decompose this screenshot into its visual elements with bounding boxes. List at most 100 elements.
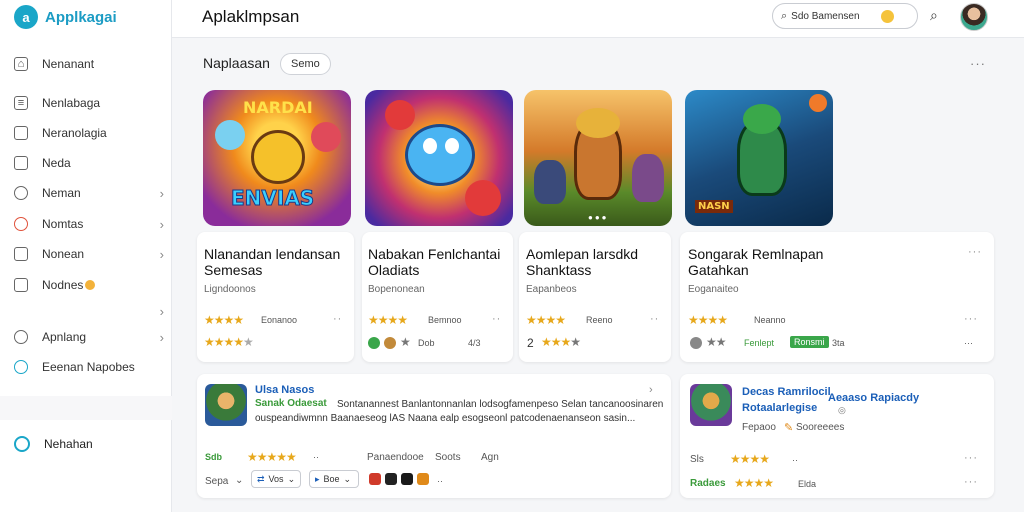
rating-stars: ★★★★ bbox=[730, 452, 770, 466]
star-icon: ★ bbox=[400, 335, 411, 349]
rating-label: Sdb bbox=[205, 452, 222, 462]
game-extra: 4/3 bbox=[468, 338, 481, 348]
sidebar-item-label: Nenlabaga bbox=[42, 96, 101, 110]
rating-stars: ★★★★ bbox=[204, 313, 244, 327]
more-icon[interactable]: ··· bbox=[964, 313, 978, 325]
more-icon[interactable]: ··· bbox=[964, 338, 973, 348]
more-icon[interactable]: ·· bbox=[650, 313, 659, 325]
sidebar-item-6[interactable]: Nomtas › bbox=[14, 213, 164, 235]
sidebar-item-5[interactable]: Neman › bbox=[14, 182, 164, 204]
filter-select[interactable]: ▸ Boe ⌄ bbox=[309, 470, 359, 488]
sidebar-item-3[interactable]: Neranolagia bbox=[14, 122, 164, 144]
rating-label: Sls bbox=[690, 454, 704, 465]
carousel-dots: ●●● bbox=[588, 213, 609, 222]
game-title: Nabakan Fenlchantai Oladiats bbox=[368, 246, 501, 278]
more-icon[interactable]: ·· bbox=[437, 476, 443, 486]
search-box[interactable]: ⌕ bbox=[772, 3, 918, 29]
app-icon[interactable] bbox=[385, 473, 397, 485]
game-title: Nlanandan lendansan Semesas bbox=[204, 246, 341, 278]
sidebar-item-label: Eeenan Napobes bbox=[42, 360, 135, 374]
sidebar-bottom-item[interactable]: Nehahan bbox=[14, 436, 93, 452]
sidebar: a Applkagai ⌂ Nenanant ≡ Nenlabaga Neran… bbox=[0, 0, 172, 512]
avatar[interactable] bbox=[960, 3, 988, 31]
sidebar-item-2[interactable]: ≡ Nenlabaga bbox=[14, 92, 164, 114]
circle-icon bbox=[14, 186, 28, 200]
footer-label: Radaes bbox=[690, 478, 726, 489]
feature-card-right[interactable]: Decas Ramrilocil Aeaaso Rapiacdy Rotaala… bbox=[680, 374, 994, 498]
filter-select[interactable]: ⇄ Vos ⌄ bbox=[251, 470, 301, 488]
game-card-4[interactable]: Songarak Remlnapan Gatahkan ··· Eoganait… bbox=[680, 232, 994, 362]
app-icon[interactable] bbox=[417, 473, 429, 485]
feature-meta: Fepaoo bbox=[742, 422, 776, 433]
settings-icon bbox=[690, 337, 702, 349]
more-icon[interactable]: ··· bbox=[970, 56, 986, 71]
sidebar-item-label: Nenanant bbox=[42, 57, 95, 71]
feature-meta: Agn bbox=[481, 452, 499, 463]
app-icon[interactable] bbox=[401, 473, 413, 485]
app-icon[interactable] bbox=[369, 473, 381, 485]
sidebar-bottom-label: Nehahan bbox=[44, 437, 93, 451]
chevron-right-icon[interactable]: › bbox=[649, 384, 654, 396]
feature-description: Sontanannest Banlantonnanlan lodsogfamen… bbox=[255, 399, 664, 424]
app-logo[interactable]: a Applkagai bbox=[14, 5, 117, 29]
sidebar-expander[interactable]: › bbox=[14, 300, 164, 322]
feature-title-secondary: Aeaaso Rapiacdy bbox=[828, 392, 920, 404]
game-subtitle: Ligndoonos bbox=[204, 284, 256, 295]
search-icon: ⌕ bbox=[781, 9, 788, 22]
game-subtitle: Eapanbeos bbox=[526, 284, 577, 295]
game-thumbnail bbox=[205, 384, 247, 426]
rating-label: Bemnoo bbox=[428, 315, 462, 325]
more-icon[interactable]: ·· bbox=[492, 313, 501, 325]
sidebar-item-label: Nomtas bbox=[42, 217, 84, 231]
sidebar-item-8[interactable]: Nodnes bbox=[14, 274, 164, 296]
chevron-down-icon[interactable]: ⌄ bbox=[235, 475, 243, 486]
game-tile-4[interactable]: NASN bbox=[685, 90, 833, 226]
chevron-right-icon: › bbox=[159, 303, 164, 319]
sidebar-item-1[interactable]: ⌂ Nenanant bbox=[14, 53, 164, 75]
more-icon[interactable]: ··· bbox=[964, 452, 978, 464]
rating-stars: ★★★★ bbox=[526, 313, 566, 327]
feature-title: Ulsa Nasos bbox=[255, 384, 315, 396]
game-subtitle: Bopenonean bbox=[368, 284, 425, 295]
sidebar-item-label: Neranolagia bbox=[42, 126, 107, 140]
more-icon[interactable]: ·· bbox=[333, 313, 342, 325]
sidebar-item-10[interactable]: Eeenan Napobes bbox=[14, 356, 164, 378]
game-tile-2[interactable] bbox=[365, 90, 513, 226]
sidebar-item-7[interactable]: Nonean › bbox=[14, 243, 164, 265]
rating-label: Eonanoo bbox=[261, 315, 298, 325]
game-tile-3[interactable]: ●●● bbox=[524, 90, 672, 226]
game-tile-1[interactable]: NARDAI ENVIAS bbox=[203, 90, 351, 226]
header: Aplaklmpsan ⌕ ⌕ bbox=[172, 0, 1024, 38]
search-icon[interactable]: ⌕ bbox=[930, 7, 938, 24]
more-icon[interactable]: ··· bbox=[968, 246, 982, 258]
more-icon[interactable]: ·· bbox=[313, 452, 319, 462]
info-icon: ◎ bbox=[838, 405, 846, 415]
chevron-right-icon: › bbox=[159, 185, 164, 201]
box-icon bbox=[14, 247, 28, 261]
filter-chip[interactable]: Semo bbox=[280, 53, 331, 75]
globe-icon bbox=[14, 360, 28, 374]
game-card-2[interactable]: Nabakan Fenlchantai Oladiats Bopenonean … bbox=[362, 232, 513, 362]
pen-icon: ✎ bbox=[784, 422, 794, 434]
game-title: Songarak Remlnapan Gatahkan bbox=[688, 246, 824, 278]
more-icon[interactable]: ·· bbox=[792, 455, 798, 465]
sidebar-item-9[interactable]: Apnlang › bbox=[14, 326, 164, 348]
game-card-3[interactable]: Aomlepan larsdkd Shanktass Eapanbeos ★★★… bbox=[519, 232, 671, 362]
rating-label: Neanno bbox=[754, 315, 786, 325]
chevron-right-icon: › bbox=[159, 246, 164, 262]
game-card-1[interactable]: Nlanandan lendansan Semesas Ligndoonos ★… bbox=[197, 232, 354, 362]
section-title: Naplaasan bbox=[203, 55, 270, 71]
sidebar-item-4[interactable]: Neda bbox=[14, 152, 164, 174]
more-icon[interactable]: ··· bbox=[964, 476, 978, 488]
chevron-right-icon: › bbox=[159, 329, 164, 345]
footer-meta: Elda bbox=[798, 479, 817, 489]
chevron-down-icon: ⌄ bbox=[287, 473, 296, 484]
play-icon: ▸ bbox=[315, 473, 320, 484]
search-input[interactable] bbox=[791, 10, 878, 22]
logo-icon: a bbox=[14, 5, 38, 29]
feature-card-left[interactable]: Ulsa Nasos Sanak Odaesat › Sontanannest … bbox=[197, 374, 671, 498]
rating-stars: ★★★★ bbox=[541, 335, 581, 349]
rating-stars: ★★★★ bbox=[368, 313, 408, 327]
heart-icon bbox=[14, 217, 28, 231]
clock-icon bbox=[14, 330, 28, 344]
